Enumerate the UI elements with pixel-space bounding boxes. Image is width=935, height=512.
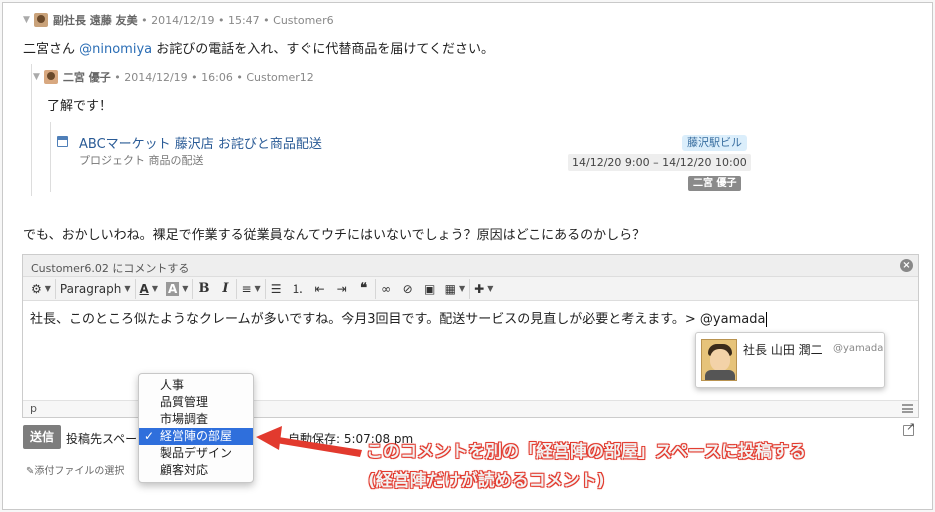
arrow-head — [256, 426, 282, 450]
arrow-shaft — [270, 436, 362, 457]
annotation-line2: (経営陣だけが読めるコメント) — [368, 471, 605, 491]
annotation-line1: このコメントを別の「経営陣の部屋」スペースに投稿する — [366, 442, 806, 462]
annotation-arrow — [256, 426, 362, 457]
